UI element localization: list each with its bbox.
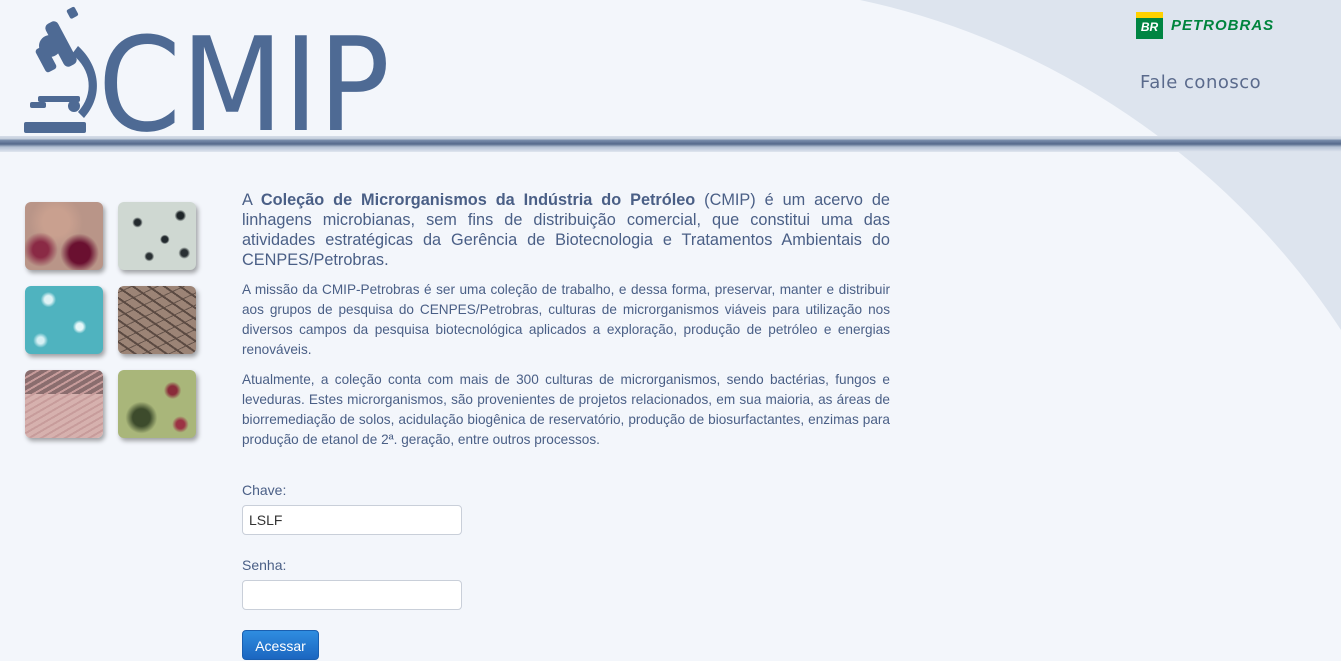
header-divider xyxy=(0,136,1341,152)
collection-name: Coleção de Microrganismos da Indústria d… xyxy=(260,191,696,209)
cmip-logo[interactable]: CMIP xyxy=(20,6,400,136)
red-cells-micrograph xyxy=(25,202,103,270)
pink-colony-micrograph xyxy=(25,370,103,438)
collection-paragraph: Atualmente, a coleção conta com mais de … xyxy=(242,372,890,447)
petrobras-brand[interactable]: BR PETROBRAS xyxy=(1136,12,1274,39)
logo-text: CMIP xyxy=(98,9,390,136)
microscope-icon xyxy=(24,6,97,133)
green-red-micrograph xyxy=(118,370,196,438)
submit-button[interactable]: Acessar xyxy=(242,630,319,660)
password-input[interactable] xyxy=(242,580,462,610)
site-header: CMIP BR PETROBRAS Fale conosco xyxy=(0,0,1341,152)
password-label: Senha: xyxy=(242,557,287,573)
turquoise-stain-micrograph xyxy=(25,286,103,354)
dark-rods-micrograph xyxy=(118,202,196,270)
fungal-hyphae-micrograph xyxy=(118,286,196,354)
petrobras-name: PETROBRAS xyxy=(1171,17,1275,34)
contact-link[interactable]: Fale conosco xyxy=(1140,72,1261,93)
br-badge-text: BR xyxy=(1140,20,1159,34)
intro-paragraph: A Coleção de Microrganismos da Indústria… xyxy=(242,191,890,269)
mission-paragraph: A missão da CMIP-Petrobras é ser uma col… xyxy=(242,282,890,357)
br-logo-icon: BR xyxy=(1136,12,1163,39)
main-content: A Coleção de Microrganismos da Indústria… xyxy=(242,190,890,460)
key-label: Chave: xyxy=(242,482,287,498)
key-input[interactable] xyxy=(242,505,462,535)
